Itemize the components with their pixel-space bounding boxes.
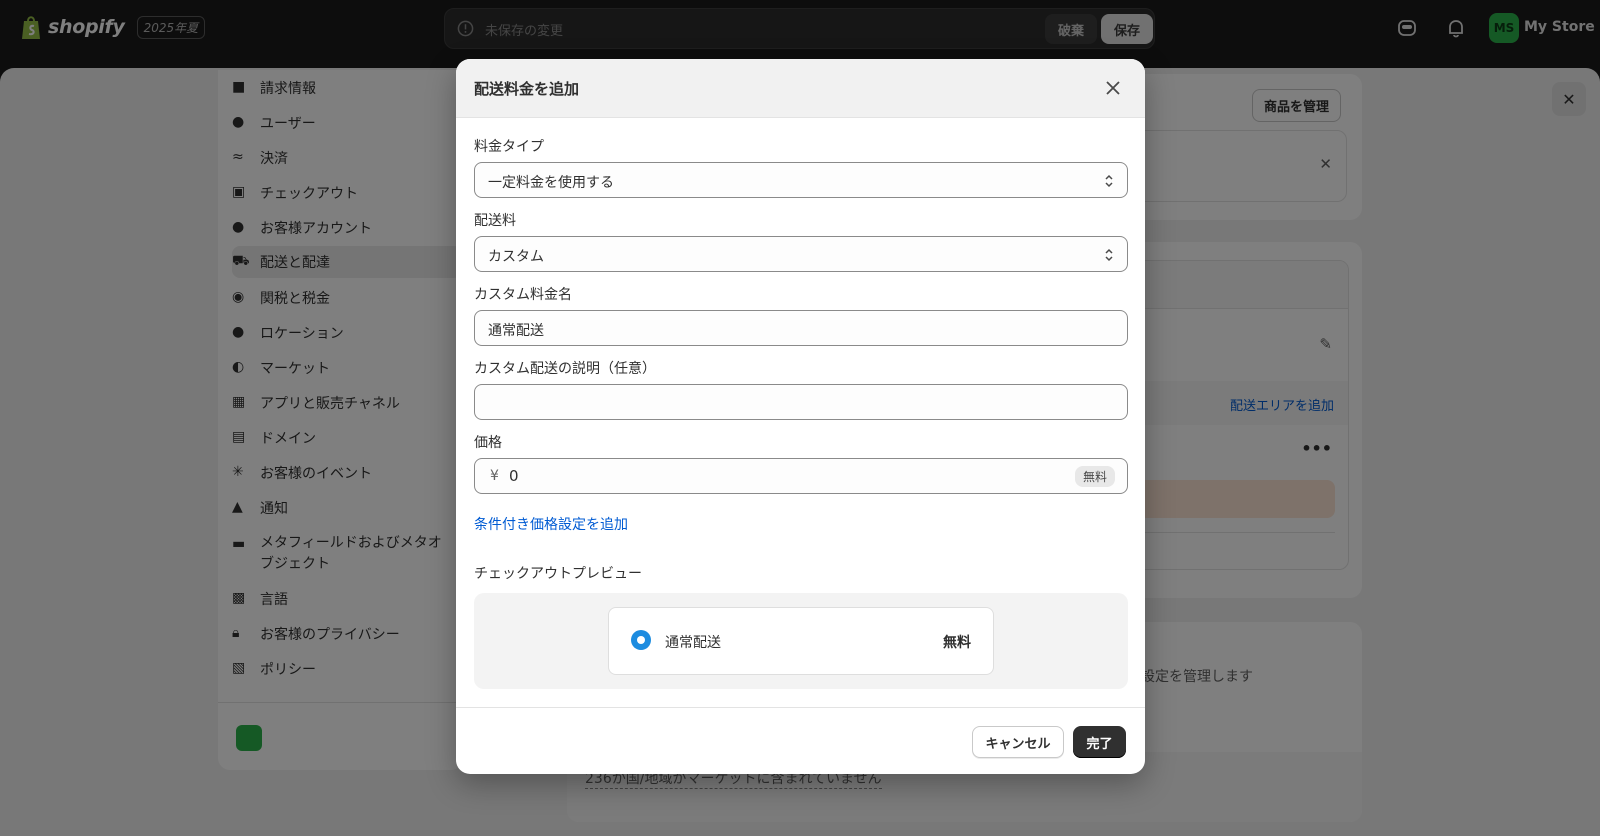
checkout-preview-label: チェックアウトプレビュー [474,566,642,582]
dialog-footer-divider [456,707,1145,708]
custom-name-value: 通常配送 [488,323,544,339]
description-input[interactable] [474,384,1128,420]
dialog-header: 配送料金を追加 [456,59,1145,118]
shipping-rate-select[interactable]: カスタム [474,236,1128,272]
custom-name-input[interactable]: 通常配送 [474,310,1128,346]
rate-type-select[interactable]: 一定料金を使用する [474,162,1128,198]
dialog-title: 配送料金を追加 [474,80,580,98]
preview-shipping-option: 通常配送 無料 [608,607,994,675]
preview-rate-name: 通常配送 [665,635,721,651]
preview-rate-price: 無料 [943,635,971,651]
shipping-rate-label: 配送料 [474,213,516,229]
rate-type-label: 料金タイプ [474,139,544,155]
close-icon[interactable] [1104,79,1122,97]
rate-type-value: 一定料金を使用する [488,175,614,191]
radio-selected-icon [631,630,651,650]
price-input[interactable]: ¥ 0 無料 [474,458,1128,494]
shipping-rate-value: カスタム [488,249,544,265]
price-label: 価格 [474,435,502,451]
currency-symbol: ¥ [490,468,499,484]
add-shipping-rate-dialog: 配送料金を追加 料金タイプ 一定料金を使用する 配送料 カスタム カスタム料金名… [456,59,1145,774]
done-button[interactable]: 完了 [1073,726,1126,758]
free-badge: 無料 [1074,466,1115,487]
add-conditional-pricing-link[interactable]: 条件付き価格設定を追加 [474,514,628,534]
select-chevron-icon [1105,174,1113,188]
price-value: 0 [509,467,519,485]
description-label: カスタム配送の説明（任意） [474,361,656,377]
checkout-preview: 通常配送 無料 [474,593,1128,689]
select-chevron-icon [1105,248,1113,262]
cancel-button[interactable]: キャンセル [972,726,1064,758]
custom-name-label: カスタム料金名 [474,287,572,303]
